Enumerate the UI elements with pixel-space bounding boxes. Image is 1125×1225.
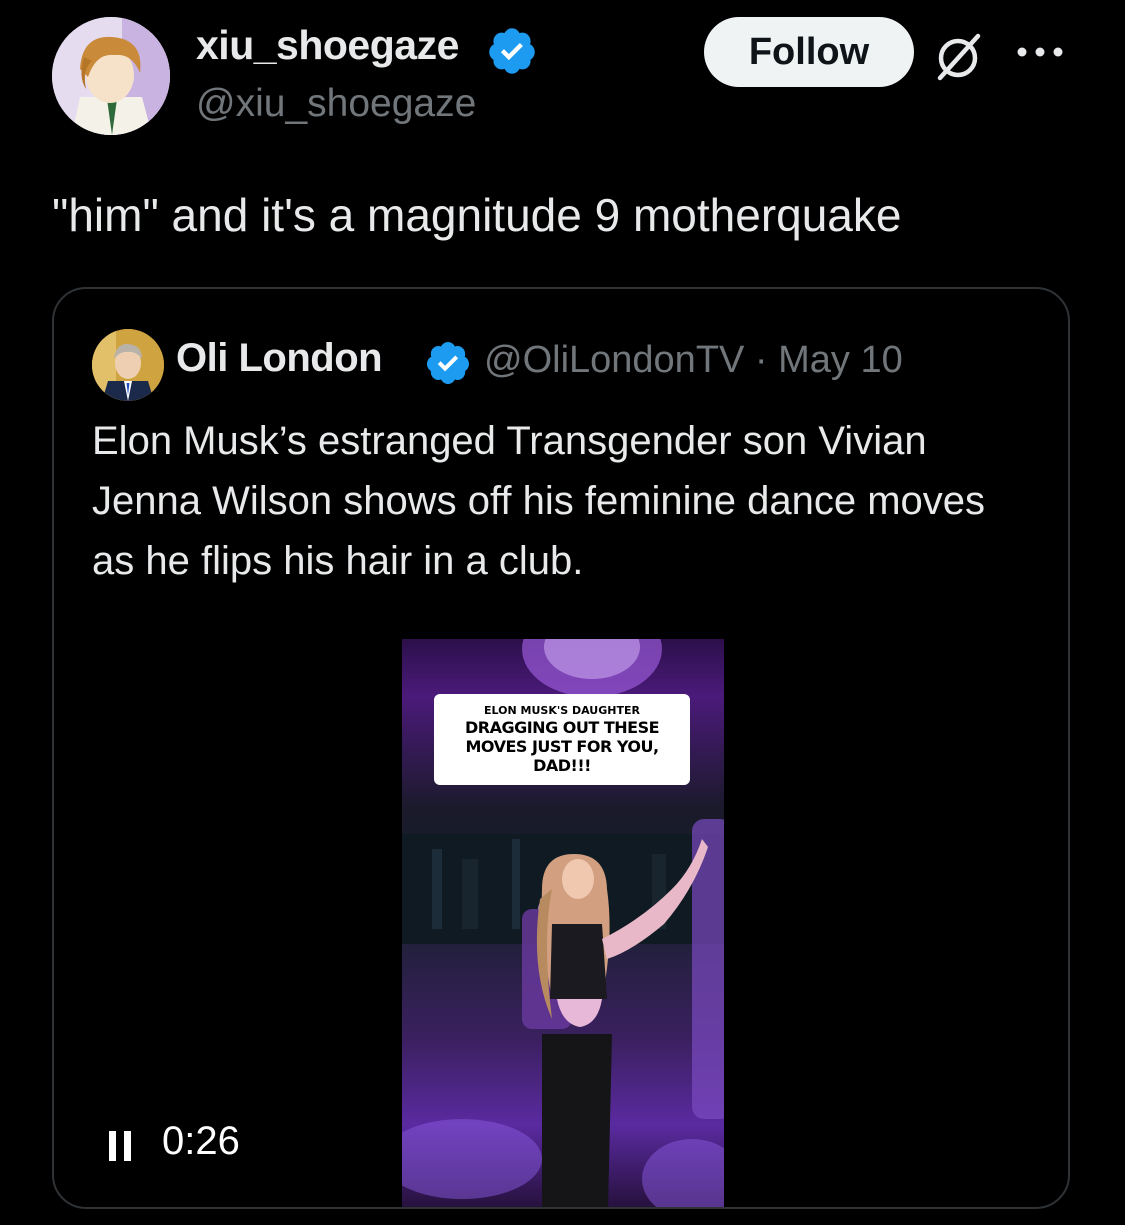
video-caption-line: DAD!!! — [533, 756, 591, 775]
quoted-author-name[interactable]: Oli London — [176, 336, 383, 381]
video-time: 0:26 — [162, 1119, 240, 1163]
quoted-handle-date[interactable]: @OliLondonTV · May 10 — [484, 339, 903, 382]
grok-icon[interactable] — [930, 30, 986, 86]
quoted-post-card[interactable]: Oli London @OliLondonTV · May 10 Elon Mu… — [52, 287, 1070, 1209]
video-caption-line: DRAGGING OUT THESE — [464, 718, 660, 737]
verified-badge-icon — [426, 342, 469, 384]
post-text: "him" and it's a magnitude 9 motherquake — [52, 189, 902, 241]
quoted-author-avatar[interactable] — [92, 329, 164, 401]
avatar-illustration — [52, 17, 170, 135]
video-caption: ELON MUSK'S DAUGHTER DRAGGING OUT THESE … — [434, 694, 690, 785]
more-options-icon[interactable] — [1010, 40, 1070, 64]
quoted-post-text: Elon Musk’s estranged Transgender son Vi… — [92, 419, 986, 583]
verified-badge-icon — [489, 28, 535, 74]
author-handle[interactable]: @xiu_shoegaze — [196, 82, 476, 126]
author-avatar[interactable] — [52, 17, 170, 135]
follow-button[interactable]: Follow — [704, 17, 914, 87]
video-caption-line: ELON MUSK'S DAUGHTER — [484, 704, 640, 717]
pause-icon[interactable] — [106, 1129, 134, 1163]
video-caption-line: MOVES JUST FOR YOU, — [465, 737, 659, 756]
author-name[interactable]: xiu_shoegaze — [196, 22, 459, 69]
quoted-avatar-illustration — [92, 329, 164, 401]
video-player[interactable]: ELON MUSK'S DAUGHTER DRAGGING OUT THESE … — [402, 639, 724, 1207]
